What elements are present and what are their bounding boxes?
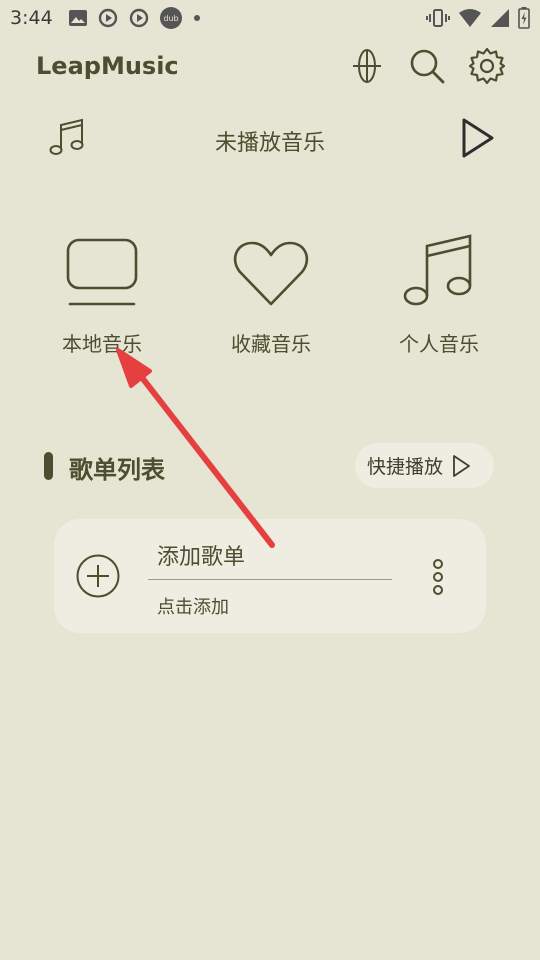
globe-icon (351, 48, 383, 88)
gear-icon (468, 47, 506, 89)
category-personal-music[interactable]: 个人音乐 (359, 228, 519, 358)
category-local-music[interactable]: 本地音乐 (22, 228, 182, 358)
category-label: 个人音乐 (399, 332, 479, 356)
section-accent-bar (44, 452, 53, 480)
sync-play-icon (128, 7, 150, 29)
sync-play-icon (97, 7, 119, 29)
category-label: 本地音乐 (62, 332, 142, 356)
image-icon (68, 8, 88, 28)
wifi-icon (458, 8, 482, 28)
dot-icon (192, 13, 202, 23)
status-bar: 3:44 dub (0, 0, 540, 36)
category-favorite-music[interactable]: 收藏音乐 (191, 228, 351, 358)
signal-icon (490, 8, 510, 28)
app-title: LeapMusic (36, 52, 179, 80)
status-time: 3:44 (10, 7, 53, 29)
tv-icon (65, 238, 139, 312)
status-icons-left: dub (68, 6, 202, 30)
play-icon[interactable] (458, 116, 498, 164)
add-playlist-title: 添加歌单 (157, 545, 246, 570)
dub-text: dub (163, 14, 178, 23)
quick-play-button[interactable]: 快捷播放 (355, 443, 494, 488)
music-note-icon (402, 232, 476, 312)
app-bar: LeapMusic (0, 40, 540, 96)
add-playlist-card[interactable]: 添加歌单 点击添加 (54, 519, 486, 633)
battery-icon (518, 7, 530, 29)
search-icon (408, 47, 446, 89)
search-button[interactable] (406, 47, 448, 89)
status-icons-right (426, 6, 530, 30)
category-label: 收藏音乐 (231, 332, 311, 356)
quick-play-label: 快捷播放 (367, 456, 444, 478)
dub-icon: dub (159, 6, 183, 30)
language-button[interactable] (346, 47, 388, 89)
play-icon (451, 454, 471, 478)
more-vertical-icon[interactable] (428, 558, 448, 602)
heart-icon (232, 240, 310, 312)
add-circle-icon[interactable] (76, 554, 120, 602)
now-playing-bar[interactable]: 未播放音乐 (0, 110, 540, 170)
vibrate-icon (426, 8, 450, 28)
section-title: 歌单列表 (69, 456, 165, 484)
add-playlist-subtitle: 点击添加 (157, 597, 229, 618)
settings-button[interactable] (466, 47, 508, 89)
divider (148, 579, 392, 580)
